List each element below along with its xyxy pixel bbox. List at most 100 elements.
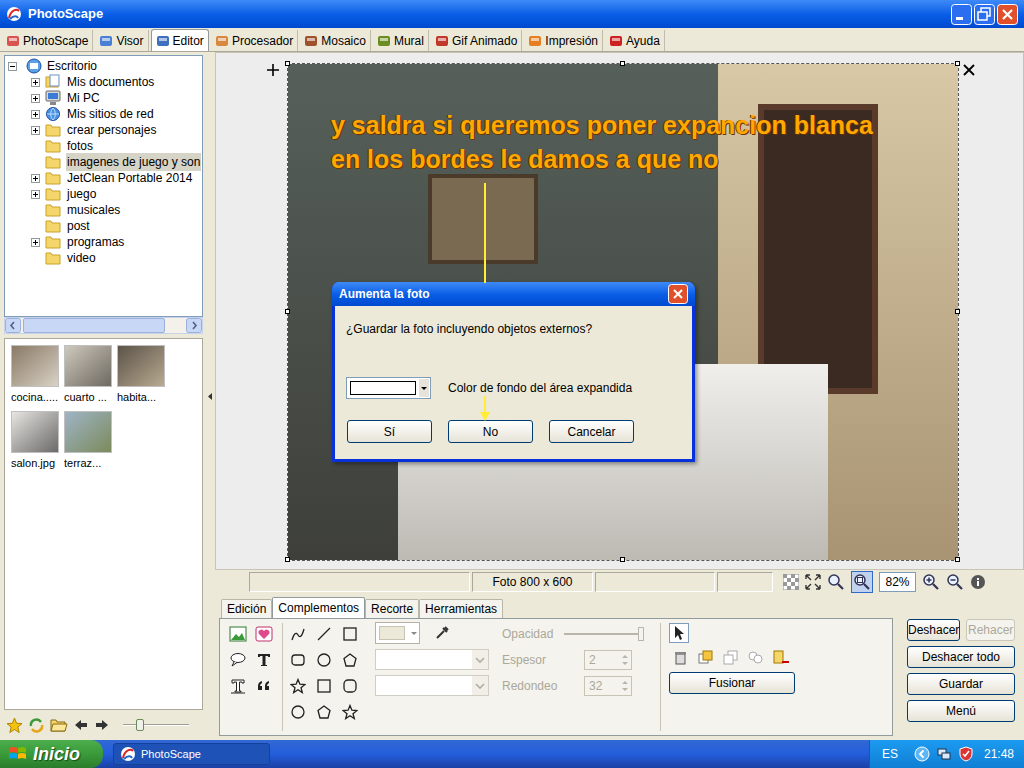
mode-tab[interactable]: Gif Animado bbox=[431, 30, 522, 51]
scroll-left-icon[interactable] bbox=[5, 318, 21, 333]
fit-icon[interactable] bbox=[805, 574, 821, 590]
image-icon[interactable] bbox=[225, 621, 251, 647]
action-button[interactable]: Deshacer bbox=[907, 619, 960, 641]
bring-front-icon[interactable] bbox=[697, 649, 714, 666]
close-icon[interactable] bbox=[997, 4, 1018, 25]
tree-item[interactable]: Mi PC bbox=[5, 90, 202, 106]
back-icon[interactable] bbox=[73, 717, 89, 733]
tree-item[interactable]: programas bbox=[5, 234, 202, 250]
resize-handle[interactable] bbox=[955, 309, 960, 314]
resize-handle[interactable] bbox=[285, 557, 290, 562]
thumbnail-image[interactable] bbox=[117, 345, 165, 387]
mode-tab[interactable]: Impresión bbox=[524, 30, 603, 51]
pen-icon[interactable] bbox=[285, 621, 311, 647]
zoom-actual-icon[interactable] bbox=[827, 573, 845, 591]
tree-item[interactable]: Escritorio bbox=[5, 58, 202, 74]
duplicate-icon[interactable] bbox=[747, 649, 764, 666]
quote-icon[interactable] bbox=[251, 673, 277, 699]
tree-item[interactable]: fotos bbox=[5, 138, 202, 154]
reset-icon[interactable] bbox=[772, 649, 790, 666]
dialog-button[interactable]: No bbox=[448, 420, 533, 443]
slider-thumb[interactable] bbox=[136, 719, 144, 731]
resize-handle[interactable] bbox=[620, 61, 625, 66]
tray-arrow-icon[interactable] bbox=[914, 746, 930, 762]
select-arrow-icon[interactable] bbox=[669, 623, 689, 643]
tree-item[interactable]: JetClean Portable 2014 bbox=[5, 170, 202, 186]
dropdown-arrow-icon[interactable] bbox=[419, 379, 429, 397]
circle-icon[interactable] bbox=[311, 647, 337, 673]
resize-handle[interactable] bbox=[285, 61, 290, 66]
canvas[interactable]: y saldra si queremos poner expancion bla… bbox=[215, 52, 1024, 570]
tree-scrollbar[interactable] bbox=[4, 317, 203, 334]
thumbnail[interactable]: cuarto ... bbox=[64, 345, 112, 404]
panel-tab[interactable]: Complementos bbox=[272, 597, 365, 618]
action-button[interactable]: Menú bbox=[907, 700, 1015, 722]
style-dropdown[interactable] bbox=[375, 649, 489, 670]
maximize-icon[interactable] bbox=[974, 4, 995, 25]
forward-icon[interactable] bbox=[94, 717, 110, 733]
language-indicator[interactable]: ES bbox=[882, 745, 898, 763]
color-dropdown[interactable] bbox=[346, 377, 431, 399]
expander[interactable] bbox=[31, 78, 40, 87]
start-button[interactable]: Inicio bbox=[0, 740, 103, 768]
tree-item[interactable]: musicales bbox=[5, 202, 202, 218]
balloon-icon[interactable] bbox=[225, 647, 251, 673]
tree-item[interactable]: juego bbox=[5, 186, 202, 202]
square-icon[interactable] bbox=[311, 673, 337, 699]
close-icon[interactable] bbox=[668, 284, 688, 304]
network-icon[interactable] bbox=[936, 746, 952, 762]
resize-handle[interactable] bbox=[955, 557, 960, 562]
mode-tab[interactable]: Ayuda bbox=[605, 30, 665, 51]
star-shape-icon[interactable] bbox=[285, 673, 311, 699]
thumbnail[interactable]: cocina..... bbox=[11, 345, 59, 404]
thumbnail-image[interactable] bbox=[11, 345, 59, 387]
merge-button[interactable]: Fusionar bbox=[669, 672, 795, 694]
expander[interactable] bbox=[31, 190, 40, 199]
mode-tab[interactable]: Visor bbox=[95, 30, 148, 51]
expander[interactable] bbox=[8, 62, 17, 71]
line-icon[interactable] bbox=[311, 621, 337, 647]
thumbnail-image[interactable] bbox=[11, 411, 59, 453]
eyedropper-icon[interactable] bbox=[434, 625, 450, 641]
expander[interactable] bbox=[31, 238, 40, 247]
style-dropdown[interactable] bbox=[375, 675, 489, 696]
dropdown-arrow-icon[interactable] bbox=[409, 624, 419, 642]
security-icon[interactable] bbox=[958, 746, 974, 762]
expander[interactable] bbox=[31, 94, 40, 103]
scroll-right-icon[interactable] bbox=[186, 318, 202, 333]
collapse-arrow-icon[interactable] bbox=[208, 393, 212, 400]
resize-handle[interactable] bbox=[955, 61, 960, 66]
dropdown-arrow-icon[interactable] bbox=[472, 676, 488, 695]
expander[interactable] bbox=[31, 126, 40, 135]
zoom-fit-icon[interactable] bbox=[851, 571, 873, 593]
tree-item[interactable]: post bbox=[5, 218, 202, 234]
expander[interactable] bbox=[31, 174, 40, 183]
mode-tab[interactable]: Mural bbox=[373, 30, 429, 51]
color-picker[interactable] bbox=[375, 622, 420, 644]
mode-tab[interactable]: Mosaico bbox=[300, 30, 371, 51]
panel-splitter[interactable] bbox=[205, 52, 215, 740]
minimize-icon[interactable] bbox=[951, 4, 972, 25]
action-button[interactable]: Guardar bbox=[907, 673, 1015, 695]
pentagon-icon[interactable] bbox=[311, 699, 337, 725]
scroll-track[interactable] bbox=[21, 318, 186, 333]
thumbnail-size-slider[interactable] bbox=[123, 717, 189, 733]
refresh-icon[interactable] bbox=[28, 717, 45, 734]
delete-icon[interactable] bbox=[672, 649, 689, 666]
zoom-in-icon[interactable] bbox=[922, 573, 940, 591]
panel-tab[interactable]: Herramientas bbox=[419, 599, 503, 618]
resize-handle[interactable] bbox=[620, 557, 625, 562]
mode-tab[interactable]: Editor bbox=[151, 29, 209, 51]
mode-tab[interactable]: Procesador bbox=[211, 30, 298, 51]
outline-text-icon[interactable] bbox=[225, 673, 251, 699]
dialog-button[interactable]: Cancelar bbox=[549, 420, 634, 443]
thumbnail[interactable]: salon.jpg bbox=[11, 411, 59, 470]
resize-handle[interactable] bbox=[285, 309, 290, 314]
tree-item[interactable]: video bbox=[5, 250, 202, 266]
rounded-square-icon[interactable] bbox=[337, 673, 363, 699]
thumbnail[interactable]: terraz... bbox=[64, 411, 112, 470]
panel-tab[interactable]: Edición bbox=[221, 599, 272, 618]
task-button[interactable]: PhotoScape bbox=[113, 743, 270, 765]
circle-icon[interactable] bbox=[285, 699, 311, 725]
icon-object-icon[interactable] bbox=[251, 621, 277, 647]
